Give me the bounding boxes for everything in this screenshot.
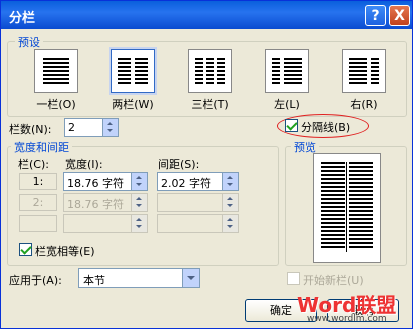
- spacing-value-1: 2.02 字符: [161, 177, 211, 190]
- columns-dialog: 分栏 ? X 预设 一栏(O) 两栏(W) 三栏(T) 左(L) 右(R) 栏数…: [0, 0, 413, 329]
- new-column-checkbox: [287, 272, 300, 285]
- equal-width-checkbox[interactable]: [19, 243, 32, 256]
- col-header: 栏(C):: [18, 158, 49, 171]
- preset-one-column-label: 一栏(O): [36, 98, 76, 111]
- preview-page: [313, 153, 381, 263]
- spin-arrows-icon[interactable]: [102, 119, 118, 136]
- preset-left[interactable]: [265, 49, 309, 93]
- spacing-input-2: [157, 193, 239, 212]
- width-value-1: 18.76 字符: [67, 177, 124, 190]
- columns-count-label: 栏数(N):: [9, 123, 52, 136]
- width-spacing-group-label: 宽度和间距: [11, 139, 72, 155]
- new-column-label: 开始新栏(U): [303, 274, 364, 287]
- spin-arrows-icon: [131, 215, 147, 232]
- close-button[interactable]: X: [389, 5, 410, 26]
- preset-left-label: 左(L): [274, 98, 300, 111]
- spin-arrows-icon: [222, 194, 238, 211]
- col-number-2: 2:: [19, 194, 57, 211]
- separator-checkbox[interactable]: [285, 119, 298, 132]
- help-button[interactable]: ?: [365, 5, 386, 26]
- separator-label: 分隔线(B): [301, 121, 351, 134]
- spacing-header: 间距(S):: [158, 158, 200, 171]
- spacing-input-3: [157, 214, 239, 233]
- columns-count-spinner[interactable]: 2: [64, 118, 119, 137]
- preset-two-columns-label: 两栏(W): [112, 98, 154, 111]
- watermark-url: www.wordlm.com: [307, 314, 387, 324]
- width-input-3: [63, 214, 148, 233]
- preset-one-column[interactable]: [34, 49, 78, 93]
- apply-to-select[interactable]: 本节: [78, 268, 200, 288]
- apply-to-value: 本节: [83, 274, 105, 287]
- title-bar: 分栏 ? X: [1, 1, 412, 29]
- presets-group-label: 预设: [15, 34, 43, 50]
- width-header: 宽度(I):: [65, 158, 103, 171]
- col-number-1: 1:: [19, 173, 57, 190]
- width-input-1[interactable]: 18.76 字符: [63, 172, 148, 191]
- watermark-logo: Word联盟 www.wordlm.com: [297, 289, 409, 327]
- columns-count-value: 2: [68, 121, 75, 134]
- equal-width-label: 栏宽相等(E): [35, 245, 95, 258]
- spin-arrows-icon: [131, 194, 147, 211]
- preset-three-columns[interactable]: [188, 49, 232, 93]
- dialog-title: 分栏: [9, 11, 36, 26]
- col-number-3: [19, 215, 57, 232]
- spacing-input-1[interactable]: 2.02 字符: [157, 172, 239, 191]
- preset-right-label: 右(R): [350, 98, 378, 111]
- spin-arrows-icon[interactable]: [222, 173, 238, 190]
- preset-three-columns-label: 三栏(T): [191, 98, 229, 111]
- width-input-2: 18.76 字符: [63, 193, 148, 212]
- chevron-down-icon[interactable]: [182, 269, 199, 287]
- spin-arrows-icon[interactable]: [131, 173, 147, 190]
- spin-arrows-icon: [222, 215, 238, 232]
- width-value-2: 18.76 字符: [67, 198, 124, 211]
- apply-to-label: 应用于(A):: [9, 274, 62, 287]
- preset-two-columns[interactable]: [111, 49, 155, 93]
- preset-right[interactable]: [342, 49, 386, 93]
